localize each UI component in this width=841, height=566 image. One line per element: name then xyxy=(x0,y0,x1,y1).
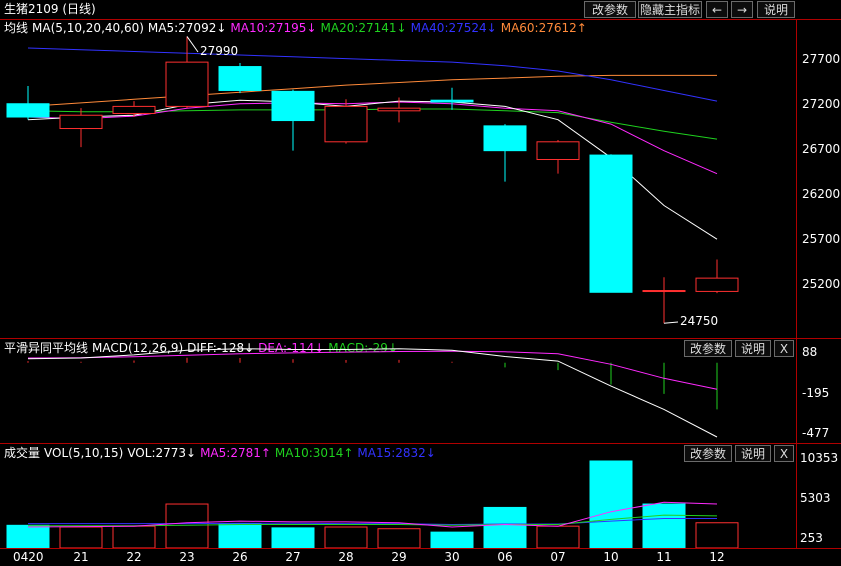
price-tick-label: 25200 xyxy=(802,277,841,291)
macd-tick-label: -477 xyxy=(802,426,830,440)
volume-bar xyxy=(483,506,527,549)
panel-divider xyxy=(0,548,841,549)
price-tick-label: 26700 xyxy=(802,142,841,156)
high-price-annotation: 27990 xyxy=(200,44,239,58)
ma40-line xyxy=(27,47,718,102)
date-tick-label: 07 xyxy=(550,550,566,564)
volume-bar xyxy=(165,503,209,549)
macd-tick-label: 88 xyxy=(802,345,818,359)
volume-bar xyxy=(271,527,315,549)
macd-dea-line xyxy=(27,350,718,390)
candle-down xyxy=(218,66,262,91)
date-tick-label: 22 xyxy=(126,550,142,564)
date-tick-label: 11 xyxy=(656,550,672,564)
panel-divider xyxy=(0,19,841,20)
low-price-annotation: 24750 xyxy=(680,314,719,328)
axis-border xyxy=(796,19,797,549)
price-tick-label: 26200 xyxy=(802,187,841,201)
low-annotation-pointer xyxy=(663,321,679,324)
candle-down xyxy=(430,99,474,103)
date-tick-label: 28 xyxy=(338,550,354,564)
volume-bar xyxy=(695,522,739,549)
candle-down xyxy=(589,154,633,293)
candle-up xyxy=(536,141,580,161)
high-annotation-pointer xyxy=(186,36,199,53)
date-tick-label: 26 xyxy=(232,550,248,564)
candle-up xyxy=(165,61,209,107)
price-tick-label: 27200 xyxy=(802,97,841,111)
volume-bar xyxy=(59,526,103,549)
date-tick-label: 10 xyxy=(603,550,619,564)
volume-bar xyxy=(377,528,421,549)
date-tick-label: 21 xyxy=(73,550,89,564)
candle-up xyxy=(112,105,156,114)
price-tick-label: 25700 xyxy=(802,232,841,246)
volume-bar xyxy=(112,525,156,549)
macd-chart[interactable] xyxy=(0,339,841,443)
date-tick-label: 30 xyxy=(444,550,460,564)
candle-up xyxy=(59,114,103,130)
volume-bar xyxy=(589,460,633,549)
candle-up xyxy=(324,105,368,143)
candle-down xyxy=(271,90,315,122)
date-tick-label: 06 xyxy=(497,550,513,564)
date-tick-label: 12 xyxy=(709,550,725,564)
macd-diff-line xyxy=(27,348,718,438)
volume-bar xyxy=(218,523,262,549)
candle-down xyxy=(483,125,527,152)
candle-down xyxy=(6,103,50,118)
candle-up xyxy=(377,107,421,112)
date-tick-label: 27 xyxy=(285,550,301,564)
macd-tick-label: -195 xyxy=(802,386,830,400)
vol-tick-label: 5303 xyxy=(800,491,831,505)
date-tick-label: 29 xyxy=(391,550,407,564)
date-tick-label: 23 xyxy=(179,550,195,564)
price-tick-label: 27700 xyxy=(802,52,841,66)
price-chart[interactable] xyxy=(0,0,841,338)
candle-up xyxy=(695,277,739,292)
date-tick-label: 0420 xyxy=(13,550,44,564)
volume-bar xyxy=(642,503,686,549)
vol-tick-label: 10353 xyxy=(800,451,839,465)
volume-bar xyxy=(324,526,368,549)
vol-tick-label: 253 xyxy=(800,531,823,545)
volume-bar xyxy=(536,525,580,549)
candle-up xyxy=(642,290,686,293)
volume-bar xyxy=(430,531,474,549)
volume-bar xyxy=(6,524,50,549)
